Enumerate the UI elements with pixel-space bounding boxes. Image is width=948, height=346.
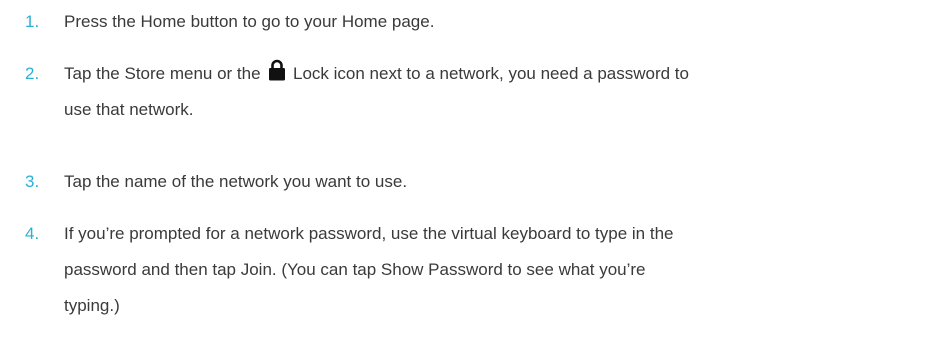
step-line: password and then tap Join. (You can tap… (64, 260, 646, 279)
step-line: If you’re prompted for a network passwor… (64, 224, 674, 243)
step-line: Press the Home button to go to your Home… (64, 12, 435, 31)
step-text: Press the Home button to go to your Home… (64, 4, 944, 40)
step-number: 3. (25, 172, 40, 191)
step-line: Tap the Store menu or the Lock icon next… (64, 56, 944, 92)
step-text: Tap the name of the network you want to … (64, 164, 944, 200)
step-line: Tap the name of the network you want to … (64, 172, 408, 191)
step-line: typing.) (64, 296, 120, 315)
step-text-before-icon: Tap the Store menu or the (64, 64, 266, 83)
step-number: 2. (25, 64, 40, 83)
step-number: 1. (25, 12, 40, 31)
step-number: 4. (25, 224, 40, 243)
lock-icon (268, 59, 286, 81)
step-text: Tap the Store menu or the Lock icon next… (64, 56, 944, 128)
step-line: use that network. (64, 100, 194, 119)
step-text-after-icon: Lock icon next to a network, you need a … (288, 64, 689, 83)
step-text: If you’re prompted for a network passwor… (64, 216, 944, 324)
